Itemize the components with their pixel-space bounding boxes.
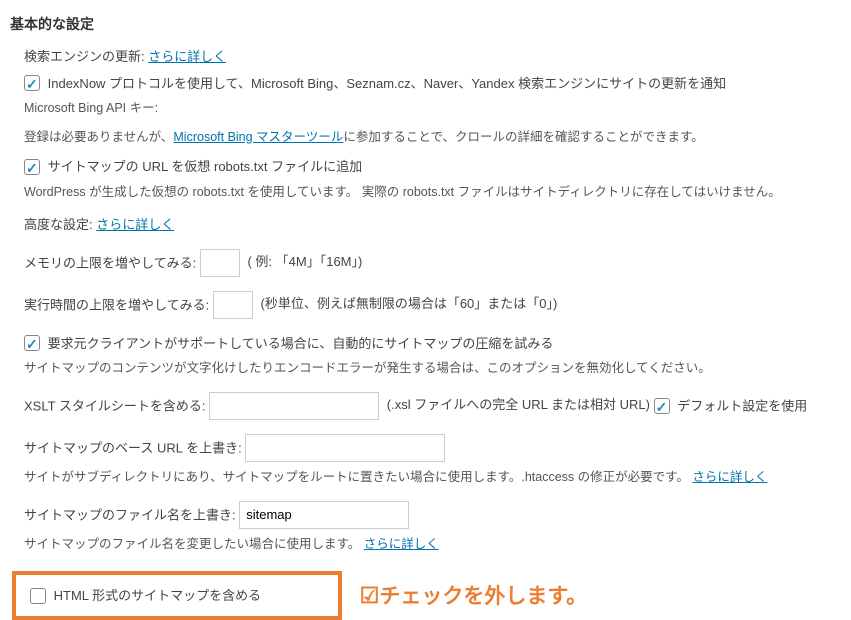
robots-label: サイトマップの URL を仮想 robots.txt ファイルに追加 — [48, 159, 362, 174]
indexnow-desc-before: 登録は必要ありませんが、 — [24, 130, 173, 144]
base-url-more-link[interactable]: さらに詳しく — [692, 470, 767, 484]
memory-row: メモリの上限を増やしてみる: ( 例: 「4M」「16M」) — [24, 249, 851, 277]
search-engine-more-link[interactable]: さらに詳しく — [148, 49, 226, 64]
filename-desc: サイトマップのファイル名を変更したい場合に使用します。 さらに詳しく — [24, 535, 851, 554]
compression-checkbox[interactable] — [24, 335, 40, 351]
memory-label: メモリの上限を増やしてみる: — [24, 255, 196, 270]
search-engine-row: 検索エンジンの更新: さらに詳しく — [24, 47, 851, 67]
indexnow-row: IndexNow プロトコルを使用して、Microsoft Bing、Sezna… — [24, 73, 851, 93]
html-sitemap-label: HTML 形式のサイトマップを含める — [54, 588, 262, 603]
xslt-default-label: デフォルト設定を使用 — [677, 398, 807, 413]
section-title: 基本的な設定 — [10, 14, 851, 35]
memory-input[interactable] — [200, 249, 240, 277]
indexnow-api-label: Microsoft Bing API キー: — [24, 101, 158, 115]
annotation-msg: チェックを外します。 — [379, 585, 587, 608]
exec-time-input[interactable] — [213, 291, 253, 319]
indexnow-checkbox[interactable] — [24, 75, 40, 91]
base-url-input[interactable] — [245, 434, 445, 462]
filename-label: サイトマップのファイル名を上書き: — [24, 507, 236, 522]
base-url-desc-text: サイトがサブディレクトリにあり、サイトマップをルートに置きたい場合に使用します。… — [24, 470, 692, 484]
exec-time-row: 実行時間の上限を増やしてみる: (秒単位、例えば無制限の場合は「60」または「0… — [24, 291, 851, 319]
xslt-default-checkbox[interactable] — [654, 398, 670, 414]
filename-desc-text: サイトマップのファイル名を変更したい場合に使用します。 — [24, 537, 364, 551]
robots-checkbox[interactable] — [24, 159, 40, 175]
checkbox-icon: ☑ — [360, 583, 380, 608]
indexnow-api-row: Microsoft Bing API キー: — [24, 99, 851, 118]
search-engine-label: 検索エンジンの更新: — [24, 49, 145, 64]
base-url-row: サイトマップのベース URL を上書き: — [24, 434, 851, 462]
filename-row: サイトマップのファイル名を上書き: — [24, 501, 851, 529]
robots-row: サイトマップの URL を仮想 robots.txt ファイルに追加 — [24, 156, 851, 176]
filename-input[interactable] — [239, 501, 409, 529]
xslt-hint: (.xsl ファイルへの完全 URL または相対 URL) — [387, 397, 650, 412]
html-sitemap-checkbox[interactable] — [30, 588, 46, 604]
indexnow-desc-after: に参加することで、クロールの詳細を確認することができます。 — [343, 130, 703, 144]
compression-row: 要求元クライアントがサポートしている場合に、自動的にサイトマップの圧縮を試みる — [24, 333, 851, 353]
compression-desc: サイトマップのコンテンツが文字化けしたりエンコードエラーが発生する場合は、このオ… — [24, 359, 851, 378]
memory-hint: ( 例: 「4M」「16M」) — [247, 254, 362, 269]
advanced-row: 高度な設定: さらに詳しく — [24, 215, 851, 235]
robots-desc: WordPress が生成した仮想の robots.txt を使用しています。 … — [24, 183, 851, 202]
indexnow-label: IndexNow プロトコルを使用して、Microsoft Bing、Sezna… — [48, 75, 726, 90]
callout-box: HTML 形式のサイトマップを含める — [12, 571, 342, 619]
compression-label: 要求元クライアントがサポートしている場合に、自動的にサイトマップの圧縮を試みる — [48, 336, 554, 351]
base-url-label: サイトマップのベース URL を上書き: — [24, 440, 242, 455]
filename-more-link[interactable]: さらに詳しく — [364, 537, 439, 551]
xslt-input[interactable] — [209, 392, 379, 420]
exec-time-label: 実行時間の上限を増やしてみる: — [24, 297, 209, 312]
exec-time-hint: (秒単位、例えば無制限の場合は「60」または「0」) — [260, 296, 557, 311]
indexnow-master-tool-link[interactable]: Microsoft Bing マスターツール — [173, 130, 343, 144]
indexnow-desc: 登録は必要ありませんが、Microsoft Bing マスターツールに参加するこ… — [24, 128, 851, 147]
annotation-text: ☑チェックを外します。 — [360, 579, 588, 613]
xslt-label: XSLT スタイルシートを含める: — [24, 398, 206, 413]
base-url-desc: サイトがサブディレクトリにあり、サイトマップをルートに置きたい場合に使用します。… — [24, 468, 851, 487]
xslt-row: XSLT スタイルシートを含める: (.xsl ファイルへの完全 URL または… — [24, 392, 851, 420]
advanced-more-link[interactable]: さらに詳しく — [96, 217, 174, 232]
advanced-label: 高度な設定: — [24, 217, 93, 232]
